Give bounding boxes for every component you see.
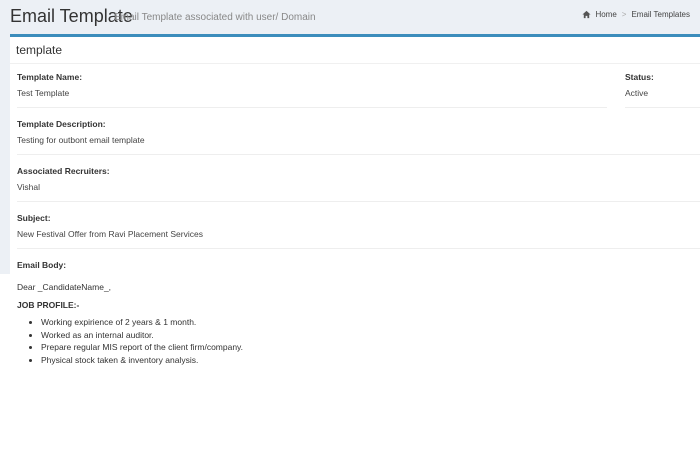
status-value: Active: [625, 88, 649, 98]
description-label: Template Description:: [17, 119, 106, 129]
content-header: Email Template Email Template associated…: [0, 0, 700, 34]
list-item: Physical stock taken & inventory analysi…: [41, 354, 243, 367]
panel-header-divider: [10, 63, 700, 64]
home-icon: [582, 10, 591, 19]
email-greeting: Dear _CandidateName_,: [17, 282, 112, 292]
left-gutter: [0, 34, 10, 274]
list-item: Worked as an internal auditor.: [41, 329, 243, 342]
template-panel: template Template Name: Test Template St…: [10, 34, 700, 277]
list-item: Working expirience of 2 years & 1 month.: [41, 316, 243, 329]
panel-title: template: [16, 43, 63, 57]
subject-value: New Festival Offer from Ravi Placement S…: [17, 229, 203, 239]
recruiters-value: Vishal: [17, 182, 40, 192]
breadcrumb-home-link[interactable]: Home: [595, 10, 616, 19]
template-name-label: Template Name:: [17, 72, 83, 82]
row-divider: [17, 248, 700, 249]
status-label: Status:: [625, 72, 654, 82]
template-name-value: Test Template: [17, 88, 70, 98]
row-divider: [17, 201, 700, 202]
breadcrumb: Home > Email Templates: [582, 10, 690, 19]
description-value: Testing for outbont email template: [17, 135, 145, 145]
row-divider: [17, 154, 700, 155]
list-item: Prepare regular MIS report of the client…: [41, 341, 243, 354]
row-divider: [625, 107, 700, 108]
row-divider: [17, 107, 607, 108]
subject-label: Subject:: [17, 213, 51, 223]
breadcrumb-current: Email Templates: [631, 10, 690, 19]
email-body-label: Email Body:: [17, 260, 67, 270]
breadcrumb-separator: >: [621, 10, 627, 19]
job-profile-list: Working expirience of 2 years & 1 month.…: [17, 316, 243, 366]
page-subtitle: Email Template associated with user/ Dom…: [114, 12, 316, 23]
recruiters-label: Associated Recruiters:: [17, 166, 110, 176]
job-profile-heading: JOB PROFILE:-: [17, 300, 80, 310]
